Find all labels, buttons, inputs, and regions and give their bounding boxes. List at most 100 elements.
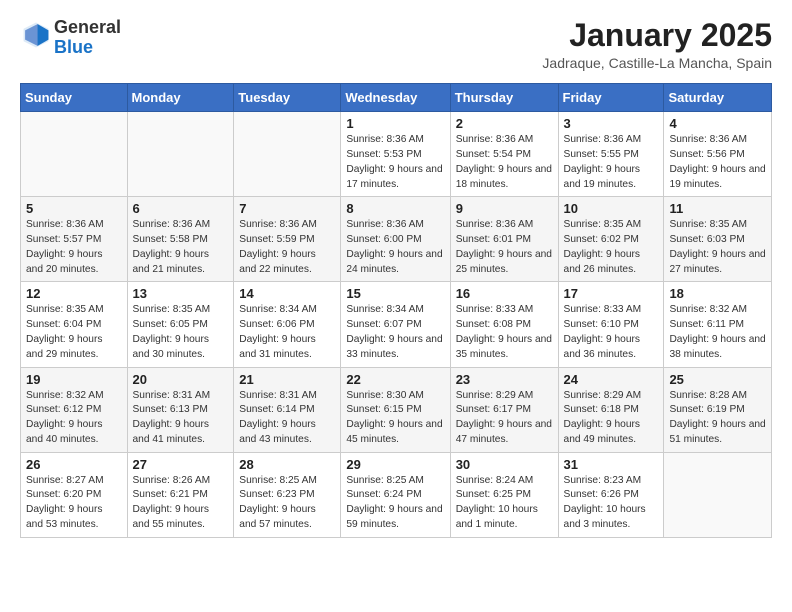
logo-icon — [22, 21, 50, 49]
calendar-cell: 5 Sunrise: 8:36 AM Sunset: 5:57 PM Daylig… — [21, 197, 128, 282]
day-number: 6 — [133, 201, 229, 216]
calendar-cell: 7 Sunrise: 8:36 AM Sunset: 5:59 PM Daylig… — [234, 197, 341, 282]
weekday-header-wednesday: Wednesday — [341, 84, 450, 112]
day-info: Sunrise: 8:29 AM Sunset: 6:18 PM Dayligh… — [564, 389, 659, 448]
weekday-header-monday: Monday — [127, 84, 234, 112]
day-info: Sunrise: 8:28 AM Sunset: 6:19 PM Dayligh… — [669, 389, 766, 448]
day-number: 11 — [669, 201, 766, 216]
logo-general: General — [54, 17, 121, 37]
calendar-cell: 8 Sunrise: 8:36 AM Sunset: 6:00 PM Daylig… — [341, 197, 450, 282]
calendar-cell: 15Sunrise: 8:34 AM Sunset: 6:07 PM Dayli… — [341, 282, 450, 367]
calendar-cell: 10 Sunrise: 8:35 AM Sunset: 6:02 PM Dayli… — [558, 197, 664, 282]
weekday-header-thursday: Thursday — [450, 84, 558, 112]
day-number: 10 — [564, 201, 659, 216]
day-info: Sunrise: 8:29 AM Sunset: 6:17 PM Dayligh… — [456, 389, 553, 448]
calendar-cell: 9 Sunrise: 8:36 AM Sunset: 6:01 PM Daylig… — [450, 197, 558, 282]
day-number: 23 — [456, 372, 553, 387]
day-number: 31 — [564, 457, 659, 472]
week-row-5: 26Sunrise: 8:27 AM Sunset: 6:20 PM Dayli… — [21, 452, 772, 537]
day-number: 12 — [26, 286, 122, 301]
calendar-cell: 16 Sunrise: 8:33 AM Sunset: 6:08 PM Dayli… — [450, 282, 558, 367]
calendar-cell: 1 Sunrise: 8:36 AM Sunset: 5:53 PM Daylig… — [341, 112, 450, 197]
day-number: 8 — [346, 201, 444, 216]
day-info: Sunrise: 8:26 AM Sunset: 6:21 PM Dayligh… — [133, 474, 229, 533]
calendar-cell: 14 Sunrise: 8:34 AM Sunset: 6:06 PM Dayli… — [234, 282, 341, 367]
calendar-cell — [664, 452, 772, 537]
location: Jadraque, Castille-La Mancha, Spain — [542, 55, 772, 71]
calendar-cell: 24Sunrise: 8:29 AM Sunset: 6:18 PM Dayli… — [558, 367, 664, 452]
day-info: Sunrise: 8:35 AM Sunset: 6:04 PM Dayligh… — [26, 303, 122, 362]
day-info: Sunrise: 8:36 AM Sunset: 5:57 PM Dayligh… — [26, 218, 122, 277]
day-info: Sunrise: 8:27 AM Sunset: 6:20 PM Dayligh… — [26, 474, 122, 533]
day-info: Sunrise: 8:36 AM Sunset: 6:01 PM Dayligh… — [456, 218, 553, 277]
weekday-header-tuesday: Tuesday — [234, 84, 341, 112]
day-number: 27 — [133, 457, 229, 472]
day-number: 29 — [346, 457, 444, 472]
calendar-table: SundayMondayTuesdayWednesdayThursdayFrid… — [20, 83, 772, 538]
day-info: Sunrise: 8:35 AM Sunset: 6:02 PM Dayligh… — [564, 218, 659, 277]
day-info: Sunrise: 8:34 AM Sunset: 6:06 PM Dayligh… — [239, 303, 335, 362]
day-info: Sunrise: 8:36 AM Sunset: 6:00 PM Dayligh… — [346, 218, 444, 277]
day-number: 17 — [564, 286, 659, 301]
calendar-cell: 25Sunrise: 8:28 AM Sunset: 6:19 PM Dayli… — [664, 367, 772, 452]
title-area: January 2025 Jadraque, Castille-La Manch… — [542, 18, 772, 71]
calendar-cell: 28Sunrise: 8:25 AM Sunset: 6:23 PM Dayli… — [234, 452, 341, 537]
day-info: Sunrise: 8:36 AM Sunset: 5:55 PM Dayligh… — [564, 133, 659, 192]
day-number: 21 — [239, 372, 335, 387]
day-info: Sunrise: 8:24 AM Sunset: 6:25 PM Dayligh… — [456, 474, 553, 533]
week-row-2: 5 Sunrise: 8:36 AM Sunset: 5:57 PM Daylig… — [21, 197, 772, 282]
calendar-cell — [21, 112, 128, 197]
calendar-cell: 19Sunrise: 8:32 AM Sunset: 6:12 PM Dayli… — [21, 367, 128, 452]
day-info: Sunrise: 8:32 AM Sunset: 6:11 PM Dayligh… — [669, 303, 766, 362]
calendar-cell — [127, 112, 234, 197]
day-number: 19 — [26, 372, 122, 387]
day-number: 20 — [133, 372, 229, 387]
day-number: 16 — [456, 286, 553, 301]
day-number: 2 — [456, 116, 553, 131]
calendar-cell: 3 Sunrise: 8:36 AM Sunset: 5:55 PM Daylig… — [558, 112, 664, 197]
calendar-cell: 17 Sunrise: 8:33 AM Sunset: 6:10 PM Dayli… — [558, 282, 664, 367]
calendar-cell: 22 Sunrise: 8:30 AM Sunset: 6:15 PM Dayli… — [341, 367, 450, 452]
logo-blue: Blue — [54, 37, 93, 57]
day-info: Sunrise: 8:36 AM Sunset: 5:59 PM Dayligh… — [239, 218, 335, 277]
day-info: Sunrise: 8:25 AM Sunset: 6:24 PM Dayligh… — [346, 474, 444, 533]
day-info: Sunrise: 8:36 AM Sunset: 5:54 PM Dayligh… — [456, 133, 553, 192]
day-info: Sunrise: 8:31 AM Sunset: 6:13 PM Dayligh… — [133, 389, 229, 448]
header: General Blue January 2025 Jadraque, Cast… — [20, 18, 772, 71]
calendar-cell: 26Sunrise: 8:27 AM Sunset: 6:20 PM Dayli… — [21, 452, 128, 537]
weekday-header-sunday: Sunday — [21, 84, 128, 112]
day-number: 7 — [239, 201, 335, 216]
calendar-cell: 29 Sunrise: 8:25 AM Sunset: 6:24 PM Dayli… — [341, 452, 450, 537]
day-number: 15 — [346, 286, 444, 301]
calendar-cell: 18 Sunrise: 8:32 AM Sunset: 6:11 PM Dayli… — [664, 282, 772, 367]
calendar-cell: 20 Sunrise: 8:31 AM Sunset: 6:13 PM Dayli… — [127, 367, 234, 452]
calendar-cell: 11 Sunrise: 8:35 AM Sunset: 6:03 PM Dayli… — [664, 197, 772, 282]
week-row-1: 1 Sunrise: 8:36 AM Sunset: 5:53 PM Daylig… — [21, 112, 772, 197]
calendar-cell — [234, 112, 341, 197]
calendar-cell: 30Sunrise: 8:24 AM Sunset: 6:25 PM Dayli… — [450, 452, 558, 537]
week-row-3: 12 Sunrise: 8:35 AM Sunset: 6:04 PM Dayli… — [21, 282, 772, 367]
day-info: Sunrise: 8:25 AM Sunset: 6:23 PM Dayligh… — [239, 474, 335, 533]
day-number: 18 — [669, 286, 766, 301]
day-number: 14 — [239, 286, 335, 301]
day-info: Sunrise: 8:36 AM Sunset: 5:58 PM Dayligh… — [133, 218, 229, 277]
day-number: 5 — [26, 201, 122, 216]
day-info: Sunrise: 8:30 AM Sunset: 6:15 PM Dayligh… — [346, 389, 444, 448]
day-number: 9 — [456, 201, 553, 216]
day-info: Sunrise: 8:33 AM Sunset: 6:10 PM Dayligh… — [564, 303, 659, 362]
month-year: January 2025 — [542, 18, 772, 53]
day-number: 3 — [564, 116, 659, 131]
week-row-4: 19Sunrise: 8:32 AM Sunset: 6:12 PM Dayli… — [21, 367, 772, 452]
day-info: Sunrise: 8:35 AM Sunset: 6:03 PM Dayligh… — [669, 218, 766, 277]
day-number: 22 — [346, 372, 444, 387]
day-info: Sunrise: 8:23 AM Sunset: 6:26 PM Dayligh… — [564, 474, 659, 533]
calendar-cell: 12 Sunrise: 8:35 AM Sunset: 6:04 PM Dayli… — [21, 282, 128, 367]
calendar-cell: 2 Sunrise: 8:36 AM Sunset: 5:54 PM Daylig… — [450, 112, 558, 197]
calendar-cell: 13Sunrise: 8:35 AM Sunset: 6:05 PM Dayli… — [127, 282, 234, 367]
day-info: Sunrise: 8:36 AM Sunset: 5:53 PM Dayligh… — [346, 133, 444, 192]
day-info: Sunrise: 8:33 AM Sunset: 6:08 PM Dayligh… — [456, 303, 553, 362]
day-number: 1 — [346, 116, 444, 131]
calendar-cell: 4Sunrise: 8:36 AM Sunset: 5:56 PM Daylig… — [664, 112, 772, 197]
page: General Blue January 2025 Jadraque, Cast… — [0, 0, 792, 556]
day-number: 4 — [669, 116, 766, 131]
